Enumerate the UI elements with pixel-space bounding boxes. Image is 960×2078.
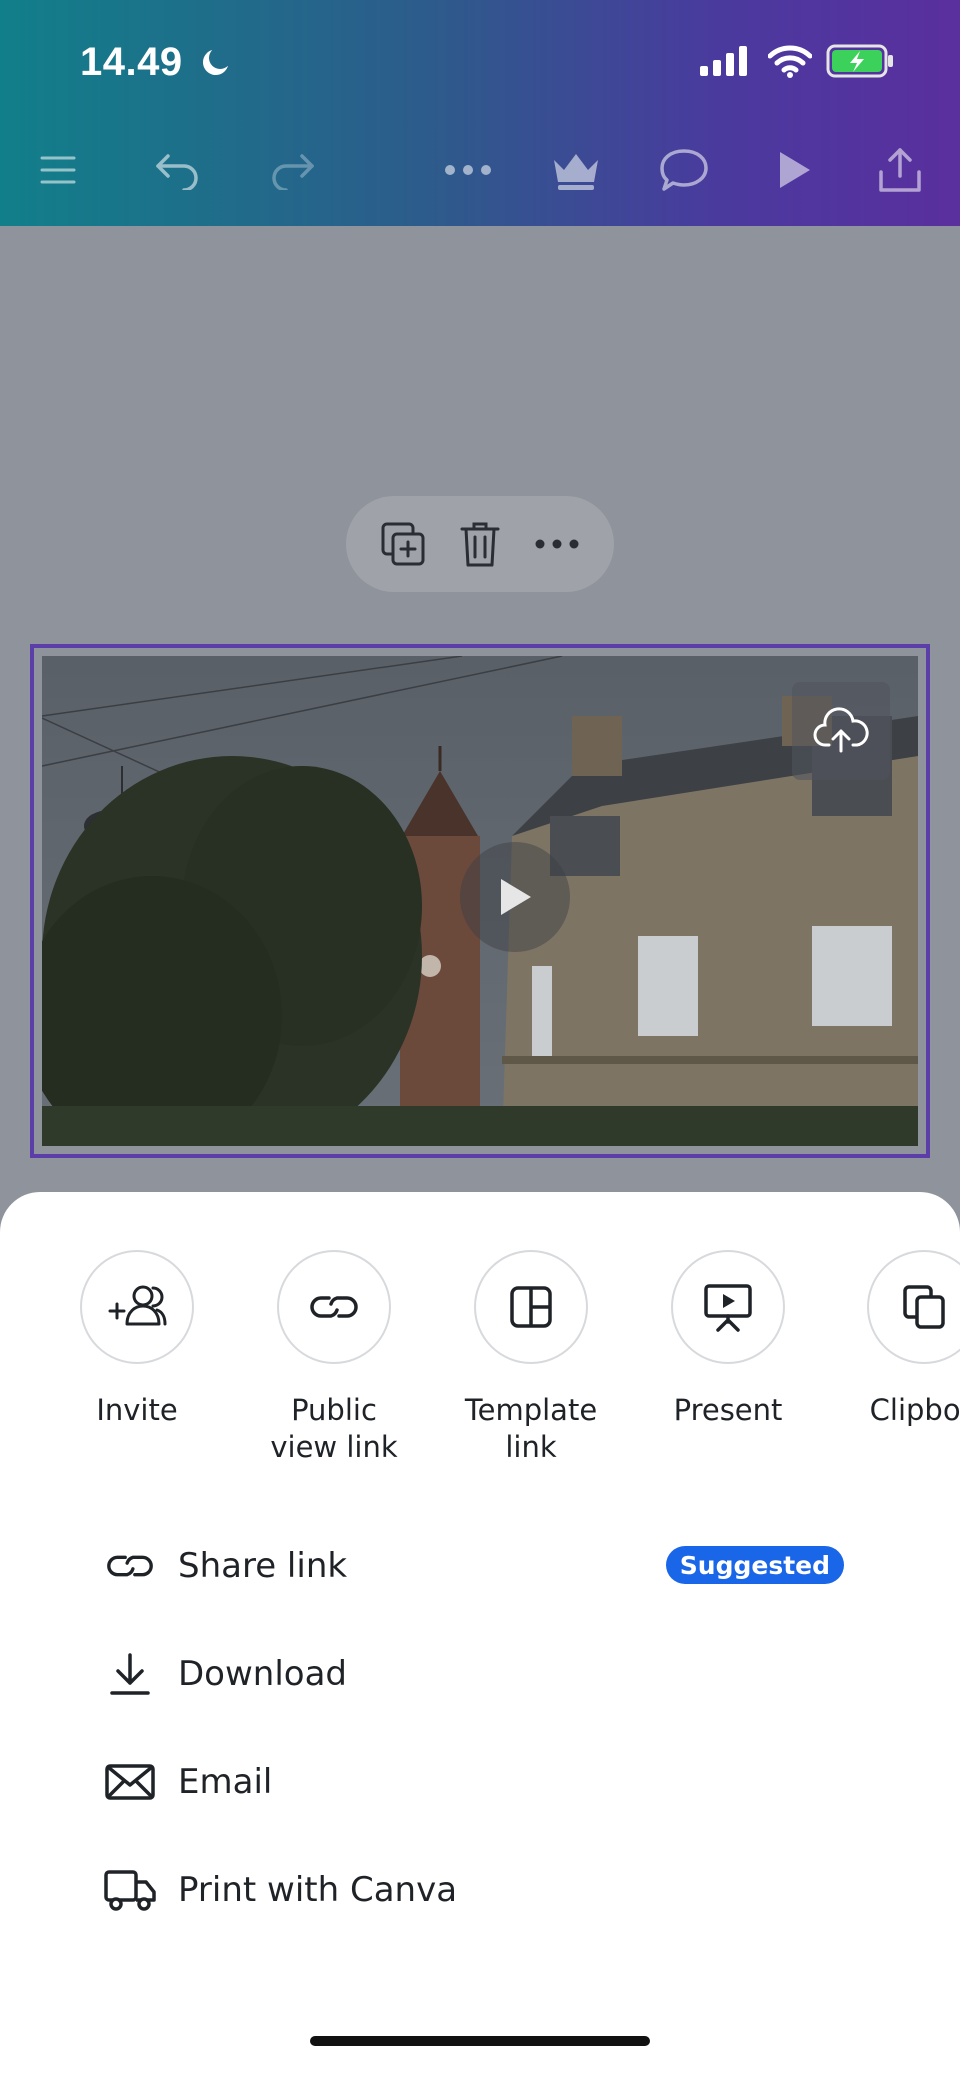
share-option-invite[interactable]: Invite [37,1250,237,1429]
comment-icon[interactable] [654,140,714,200]
present-icon [671,1250,785,1364]
clipboard-icon [867,1250,960,1364]
share-option-label: Clipboa [869,1393,960,1427]
top-bar: 14.49 [0,0,960,226]
share-option-label: Present [673,1393,783,1427]
menu-icon[interactable] [28,140,88,200]
invite-people-icon [80,1250,194,1364]
action-print-with-canva[interactable]: Print with Canva [100,1850,860,1930]
share-option-label: Public view link [270,1393,398,1464]
crown-icon[interactable] [546,140,606,200]
action-label: Print with Canva [178,1870,458,1910]
action-email[interactable]: Email [100,1742,860,1822]
more-icon[interactable] [438,140,498,200]
action-label: Email [178,1762,273,1802]
video-play-icon[interactable] [460,842,570,952]
selected-video-element[interactable] [30,644,930,1158]
status-time: 14.49 [80,40,183,84]
more-icon[interactable] [529,516,585,572]
delete-icon[interactable] [452,516,508,572]
share-icon[interactable] [870,140,930,200]
home-indicator [310,2036,650,2046]
share-option-present[interactable]: Present [628,1250,828,1429]
truck-icon [100,1860,160,1920]
share-option-template-link[interactable]: Template link [431,1250,631,1466]
moon-icon [198,44,234,84]
share-option-clipboard[interactable]: Clipboa [824,1250,960,1429]
share-option-label: Invite [96,1393,178,1427]
action-label: Share link [178,1546,348,1586]
action-share-link[interactable]: Share link Suggested [100,1526,860,1606]
wifi-icon [767,44,813,82]
undo-icon[interactable] [148,140,208,200]
duplicate-icon[interactable] [375,516,431,572]
element-context-menu [346,496,614,592]
action-label: Download [178,1654,348,1694]
upload-cloud-icon [792,682,890,780]
play-icon[interactable] [764,140,824,200]
email-icon [100,1752,160,1812]
battery-icon [826,44,896,82]
redo-icon[interactable] [262,140,322,200]
share-option-public-view-link[interactable]: Public view link [234,1250,434,1466]
status-bar: 14.49 [0,0,960,120]
link-icon [100,1536,160,1596]
editor-toolbar [0,120,960,226]
share-option-label: Template link [464,1393,598,1464]
link-icon [277,1250,391,1364]
signal-icon [700,46,750,80]
video-thumbnail [42,656,918,1146]
share-options-row: Invite Public view link Template link Pr… [0,1250,960,1464]
suggested-badge: Suggested [665,1546,844,1584]
download-icon [100,1644,160,1704]
template-icon [474,1250,588,1364]
share-sheet: Invite Public view link Template link Pr… [0,1192,960,2078]
action-download[interactable]: Download [100,1634,860,1714]
